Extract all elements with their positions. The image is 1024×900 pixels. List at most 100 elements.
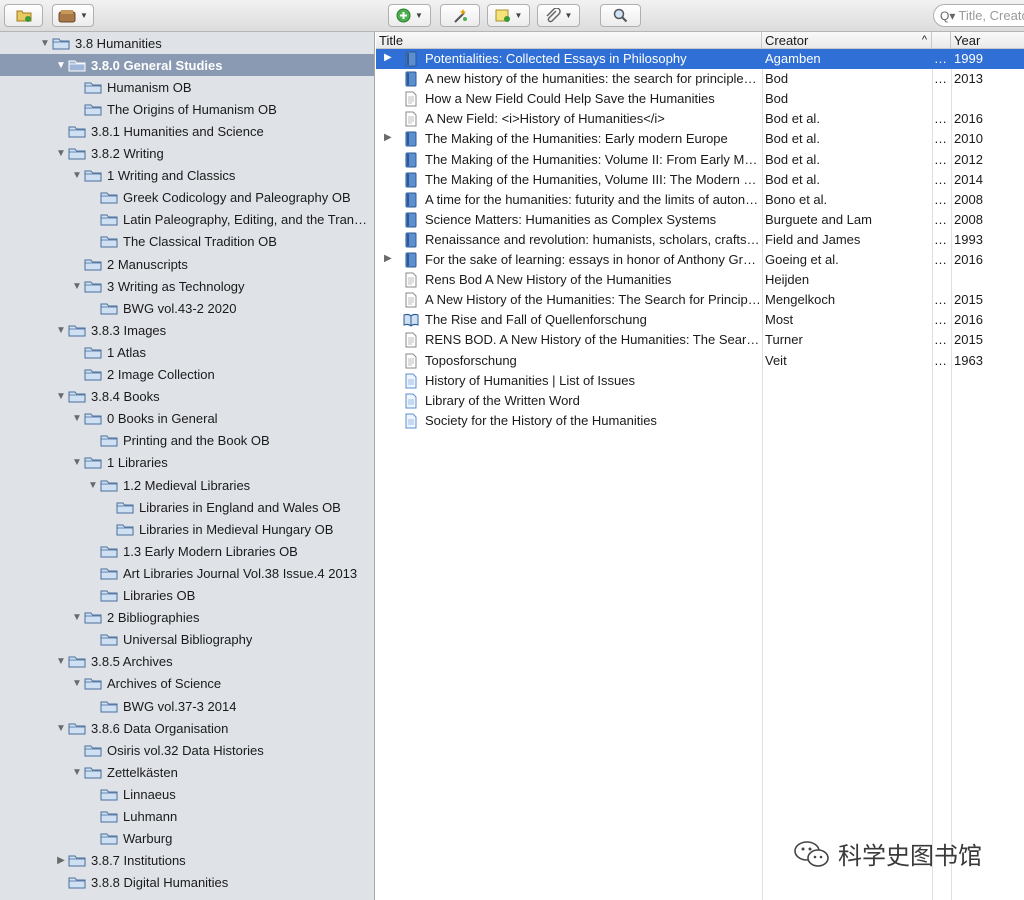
sidebar-item[interactable]: Humanism OB (0, 76, 374, 98)
new-collection-button[interactable] (4, 4, 43, 27)
expand-row-icon[interactable]: ▶ (384, 132, 394, 143)
cell-title: The Making of the Humanities: Volume II:… (425, 151, 761, 167)
table-row[interactable]: ▶ Potentialities: Collected Essays in Phi… (376, 49, 1024, 69)
disclosure-open-icon[interactable]: ▼ (70, 281, 84, 292)
sidebar-item[interactable]: 2 Manuscripts (0, 253, 374, 275)
new-item-button[interactable]: ▼ (388, 4, 431, 27)
sidebar-item[interactable]: The Classical Tradition OB (0, 231, 374, 253)
sidebar-item[interactable]: Warburg (0, 828, 374, 850)
add-attachment-button[interactable]: ▼ (537, 4, 580, 27)
sidebar-item[interactable]: Printing and the Book OB (0, 430, 374, 452)
table-row[interactable]: The Making of the Humanities: Volume II:… (376, 150, 1024, 170)
disclosure-open-icon[interactable]: ▼ (70, 767, 84, 778)
table-row[interactable]: Renaissance and revolution: humanists, s… (376, 230, 1024, 250)
disclosure-open-icon[interactable]: ▼ (54, 60, 68, 71)
sidebar-item[interactable]: ▶ 3.8.7 Institutions (0, 850, 374, 872)
table-row[interactable]: A time for the humanities: futurity and … (376, 190, 1024, 210)
sidebar-item[interactable]: ▼ 3.8.6 Data Organisation (0, 717, 374, 739)
table-row[interactable]: Rens Bod A New History of the Humanities… (376, 270, 1024, 290)
sidebar-item[interactable]: ▼ 3.8 Humanities (0, 32, 374, 54)
sidebar-item[interactable]: ▼ 2 Bibliographies (0, 607, 374, 629)
sidebar-item[interactable]: ▼ 3.8.2 Writing (0, 143, 374, 165)
disclosure-open-icon[interactable]: ▼ (70, 457, 84, 468)
new-note-button[interactable]: ▼ (487, 4, 530, 27)
table-row[interactable]: Library of the Written Word (376, 391, 1024, 411)
table-row[interactable]: Society for the History of the Humanitie… (376, 411, 1024, 431)
sidebar-item[interactable]: ▼ 3.8.0 General Studies (0, 54, 374, 77)
sidebar-item[interactable]: ▼ 3 Writing as Technology (0, 275, 374, 297)
search-field[interactable]: Q▾ (933, 4, 1024, 27)
sidebar-item[interactable]: Libraries in Medieval Hungary OB (0, 518, 374, 540)
disclosure-open-icon[interactable]: ▼ (70, 413, 84, 424)
add-by-identifier-button[interactable] (440, 4, 480, 27)
table-row[interactable]: ▶ The Making of the Humanities: Early mod… (376, 129, 1024, 149)
sidebar-item[interactable]: BWG vol.43-2 2020 (0, 297, 374, 319)
sidebar-item[interactable]: ▼ 1 Writing and Classics (0, 165, 374, 187)
table-row[interactable]: A New Field: <i>History of Humanities</i… (376, 109, 1024, 129)
column-header-extra[interactable] (932, 32, 951, 49)
disclosure-open-icon[interactable]: ▼ (70, 678, 84, 689)
sidebar-item[interactable]: ▼ 0 Books in General (0, 408, 374, 430)
disclosure-open-icon[interactable]: ▼ (70, 612, 84, 623)
sidebar-item[interactable]: The Origins of Humanism OB (0, 98, 374, 120)
sidebar-item[interactable]: Libraries in England and Wales OB (0, 496, 374, 518)
disclosure-open-icon[interactable]: ▼ (54, 723, 68, 734)
sidebar-item[interactable]: Luhmann (0, 806, 374, 828)
book-icon (405, 152, 417, 167)
disclosure-open-icon[interactable]: ▼ (54, 148, 68, 159)
disclosure-open-icon[interactable]: ▼ (38, 38, 52, 49)
sidebar-item[interactable]: ▼ 3.8.5 Archives (0, 651, 374, 673)
column-header-title[interactable]: Title (376, 32, 762, 49)
column-header-creator[interactable]: Creator ^ (762, 32, 932, 49)
sidebar-item[interactable]: ▼ 1 Libraries (0, 452, 374, 474)
sidebar-item[interactable]: ▼ Archives of Science (0, 673, 374, 695)
disclosure-closed-icon[interactable]: ▶ (54, 855, 68, 866)
sidebar-item[interactable]: 3.8.1 Humanities and Science (0, 120, 374, 142)
folder-icon (68, 126, 86, 138)
sidebar-item[interactable]: Libraries OB (0, 585, 374, 607)
column-header-year[interactable]: Year (951, 32, 1024, 49)
sidebar-item[interactable]: 2 Image Collection (0, 364, 374, 386)
table-row[interactable]: Toposforschung Veit … 1963 (376, 351, 1024, 371)
table-row[interactable]: History of Humanities | List of Issues (376, 371, 1024, 391)
advanced-search-button[interactable] (600, 4, 641, 27)
sidebar-item[interactable]: Universal Bibliography (0, 629, 374, 651)
disclosure-open-icon[interactable]: ▼ (86, 480, 100, 491)
sidebar-item[interactable]: ▼ 3.8.3 Images (0, 319, 374, 341)
library-actions-button[interactable]: ▼ (52, 4, 94, 27)
table-row[interactable]: A New History of the Humanities: The Sea… (376, 290, 1024, 310)
sidebar-item[interactable]: Linnaeus (0, 783, 374, 805)
cell-creator: Most (765, 312, 794, 328)
disclosure-open-icon[interactable]: ▼ (54, 325, 68, 336)
expand-row-icon[interactable]: ▶ (384, 253, 394, 264)
sidebar-item[interactable]: BWG vol.37-3 2014 (0, 695, 374, 717)
column-year-label: Year (954, 33, 981, 48)
table-row[interactable]: A new history of the humanities: the sea… (376, 69, 1024, 89)
disclosure-open-icon[interactable]: ▼ (70, 170, 84, 181)
sidebar-item[interactable]: 1.3 Early Modern Libraries OB (0, 540, 374, 562)
sidebar-item[interactable]: Osiris vol.32 Data Histories (0, 739, 374, 761)
sidebar-item[interactable]: Latin Paleography, Editing, and the Tran… (0, 209, 374, 231)
sidebar-item[interactable]: Art Libraries Journal Vol.38 Issue.4 201… (0, 562, 374, 584)
sidebar-item[interactable]: ▼ 3.8.4 Books (0, 386, 374, 408)
folder-icon (84, 369, 102, 381)
table-row[interactable]: ▶ For the sake of learning: essays in hon… (376, 250, 1024, 270)
sidebar-item[interactable]: Greek Codicology and Paleography OB (0, 187, 374, 209)
disclosure-open-icon[interactable]: ▼ (54, 656, 68, 667)
table-row[interactable]: How a New Field Could Help Save the Huma… (376, 89, 1024, 109)
sidebar-item[interactable]: ▼ 1.2 Medieval Libraries (0, 474, 374, 496)
folder-icon (116, 524, 134, 536)
table-row[interactable]: Science Matters: Humanities as Complex S… (376, 210, 1024, 230)
search-input[interactable] (958, 8, 1024, 23)
sidebar-item[interactable]: ▼ Zettelkästen (0, 761, 374, 783)
table-row[interactable]: The Rise and Fall of Quellenforschung Mos… (376, 310, 1024, 330)
cell-extra: … (934, 332, 947, 348)
disclosure-open-icon[interactable]: ▼ (54, 391, 68, 402)
table-row[interactable]: The Making of the Humanities, Volume III… (376, 170, 1024, 190)
expand-row-icon[interactable]: ▶ (384, 52, 394, 63)
table-row[interactable]: RENS BOD. A New History of the Humanitie… (376, 330, 1024, 350)
sidebar-item[interactable]: 3.8.8 Digital Humanities (0, 872, 374, 894)
sidebar-item[interactable]: 1 Atlas (0, 341, 374, 363)
cell-year: 2008 (954, 211, 983, 227)
book-icon (405, 131, 417, 147)
